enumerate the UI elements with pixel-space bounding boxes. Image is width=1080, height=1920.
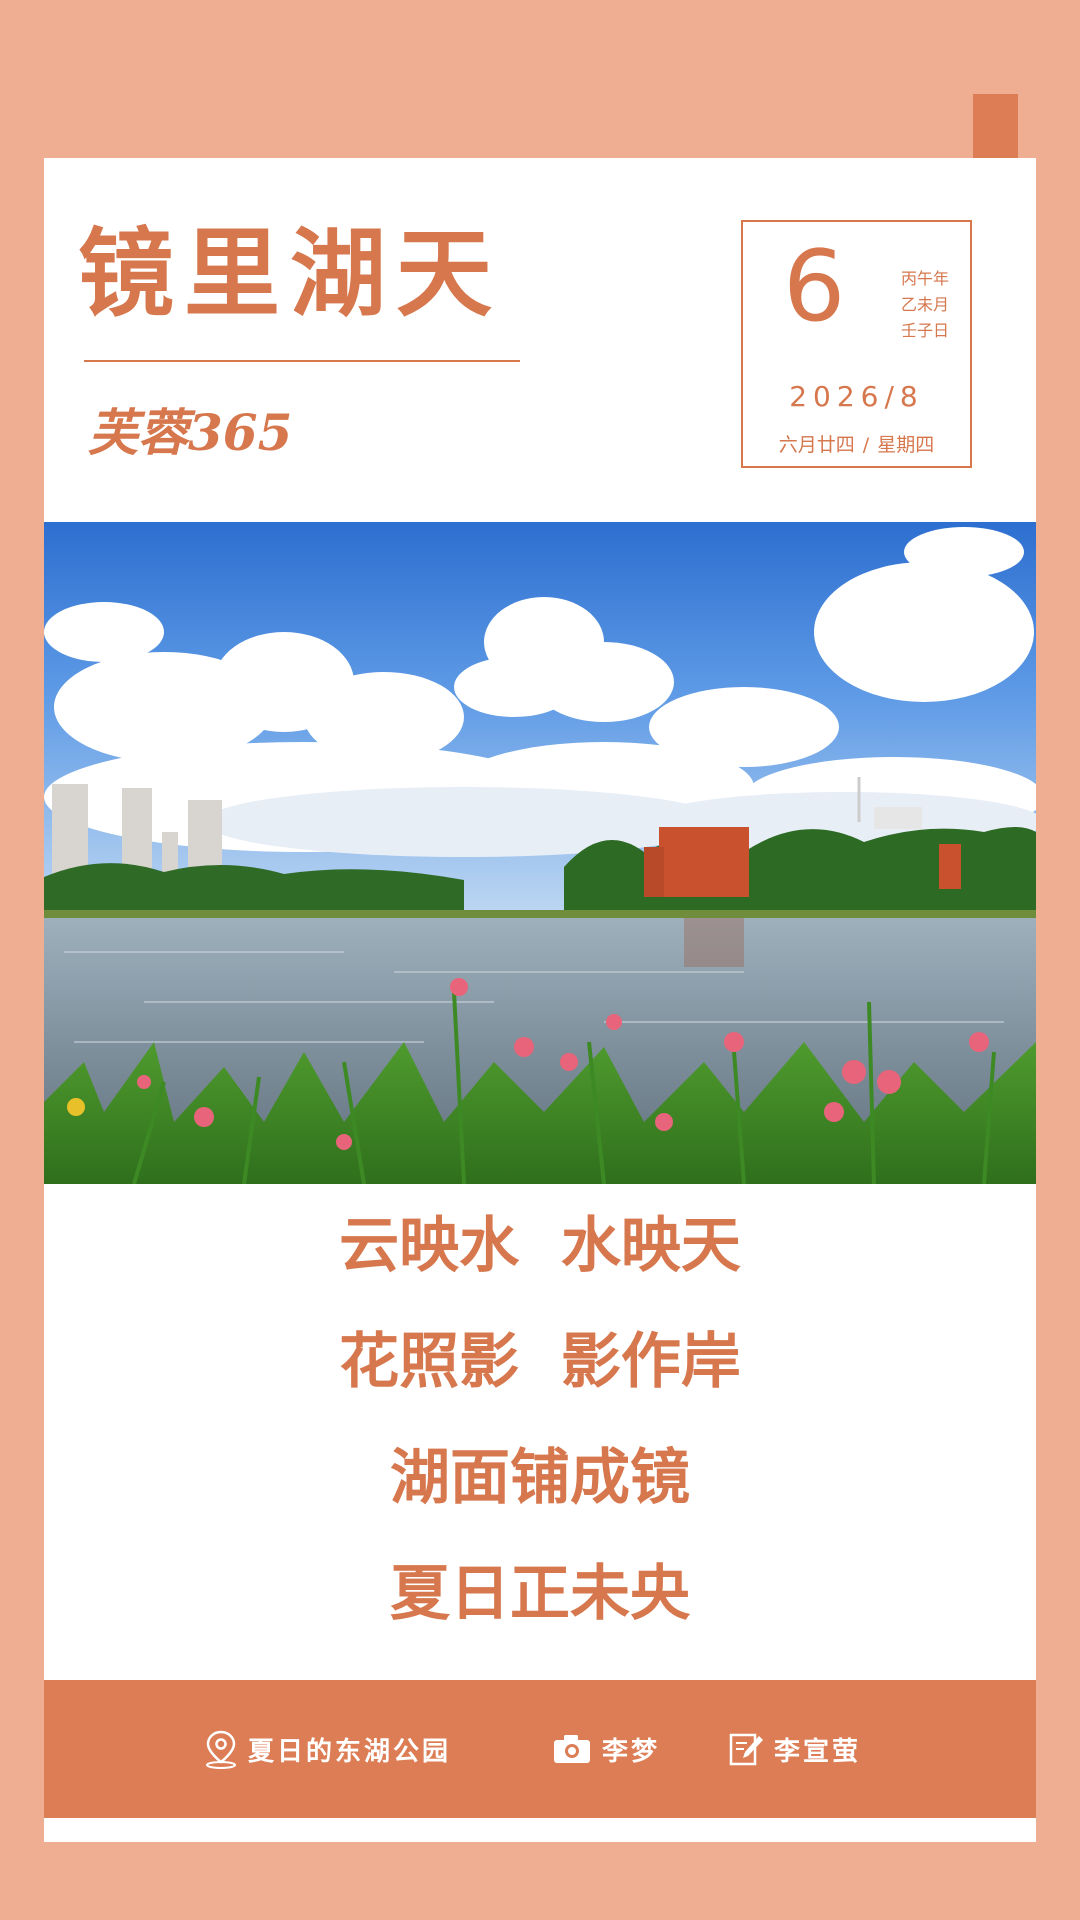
ganzhi-month: 乙未月 [901,295,950,314]
ganzhi-year: 丙午年 [901,269,950,288]
weekday: 星期四 [877,434,935,456]
poem-line-1: 云映水 水映天 [339,1211,741,1281]
location-text: 夏日的东湖公园 [248,1736,452,1767]
date-box: 6 丙午年 乙未月 壬子日 2026/8 六月廿四 / 星期四 [741,220,972,468]
poem: 云映水 水映天 花照影 影作岸 湖面铺成镜 夏日正未央 [44,1216,1036,1680]
brand-subtitle: 芙蓉365 [88,403,293,462]
camera-icon [554,1735,590,1763]
lunar-date: 六月廿四 [778,434,855,456]
calendar-card: 镜里湖天 芙蓉365 6 丙午年 乙未月 壬子日 2026/8 六月廿四 / 星期四 [44,158,1036,1842]
date-separator: / [862,434,870,456]
ganzhi-column: 丙午年 乙未月 壬子日 [901,266,949,344]
ganzhi-day: 壬子日 [901,321,950,340]
edit-note-icon [729,1733,763,1766]
lake-landscape-photo [44,522,1036,1184]
title-divider [84,360,520,362]
location-credit: 夏日的东湖公园 [204,1728,451,1770]
lunar-weekday-line: 六月廿四 / 星期四 [743,430,970,457]
page-title: 镜里湖天 [78,217,502,330]
credits-footer: 夏日的东湖公园 李梦 李宣萤 [44,1680,1036,1818]
photographer-credit: 李梦 [552,1728,660,1770]
year-month: 2026/8 [789,380,924,413]
photographer-name: 李梦 [602,1736,661,1767]
poem-line-4: 夏日正未央 [390,1559,690,1629]
writer-name: 李宣萤 [774,1736,862,1767]
writer-credit: 李宣萤 [728,1728,861,1770]
location-pin-icon [206,1730,236,1769]
poem-line-3: 湖面铺成镜 [390,1443,690,1513]
poem-line-2: 花照影 影作岸 [339,1327,741,1397]
day-number: 6 [783,230,846,344]
